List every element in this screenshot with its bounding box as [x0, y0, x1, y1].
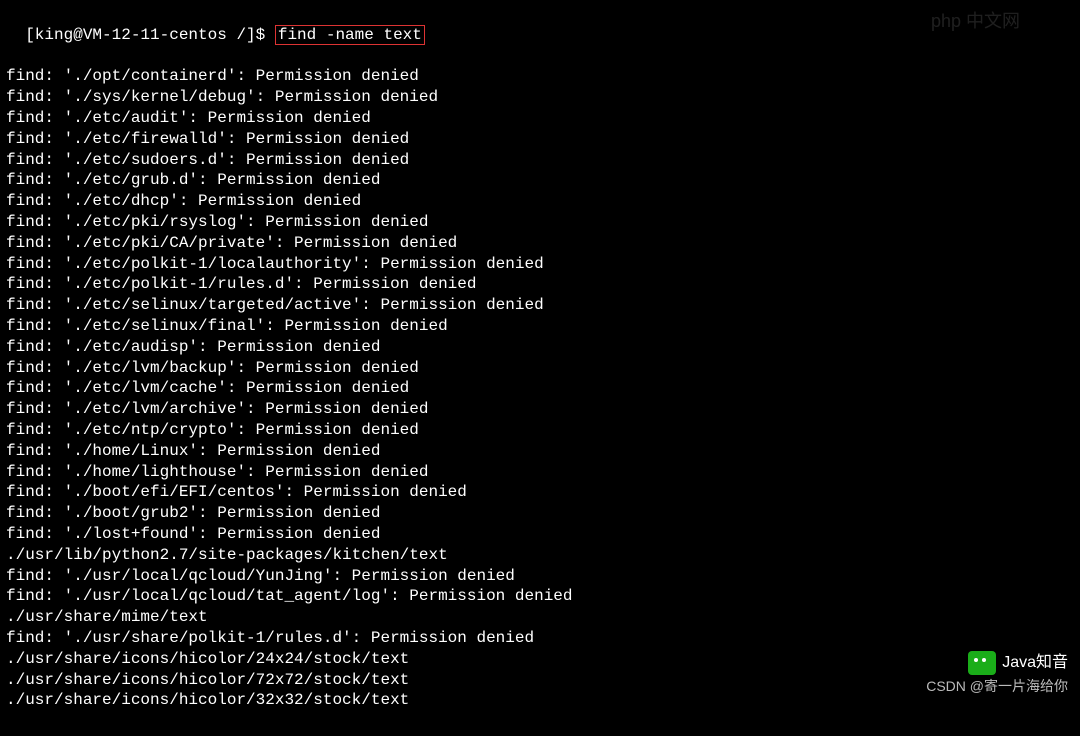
output-line: find: './sys/kernel/debug': Permission d… — [6, 87, 1074, 108]
output-line: find: './etc/pki/rsyslog': Permission de… — [6, 212, 1074, 233]
output-line: find: './opt/containerd': Permission den… — [6, 66, 1074, 87]
csdn-attribution: CSDN @寄一片海给你 — [926, 677, 1068, 695]
output-line: find: './boot/efi/EFI/centos': Permissio… — [6, 482, 1074, 503]
output-line: find: './lost+found': Permission denied — [6, 524, 1074, 545]
wechat-label: Java知音 — [1002, 653, 1068, 674]
prompt-user-host: [king@VM-12-11-centos /]$ — [25, 26, 275, 44]
terminal-output: [king@VM-12-11-centos /]$ find -name tex… — [0, 0, 1080, 736]
output-line: find: './usr/local/qcloud/tat_agent/log'… — [6, 586, 1074, 607]
output-line: find: './home/lighthouse': Permission de… — [6, 462, 1074, 483]
output-line: find: './etc/selinux/targeted/active': P… — [6, 295, 1074, 316]
output-line: find: './etc/polkit-1/rules.d': Permissi… — [6, 274, 1074, 295]
output-line: find: './etc/lvm/archive': Permission de… — [6, 399, 1074, 420]
output-line: find: './etc/grub.d': Permission denied — [6, 170, 1074, 191]
output-line: find: './boot/grub2': Permission denied — [6, 503, 1074, 524]
output-line: find: './etc/lvm/backup': Permission den… — [6, 358, 1074, 379]
output-line: find: './etc/selinux/final': Permission … — [6, 316, 1074, 337]
output-line: find: './home/Linux': Permission denied — [6, 441, 1074, 462]
output-line: find: './usr/local/qcloud/YunJing': Perm… — [6, 566, 1074, 587]
output-line: ./usr/lib/python2.7/site-packages/kitche… — [6, 545, 1074, 566]
php-watermark: php 中文网 — [931, 10, 1020, 33]
output-line: find: './etc/sudoers.d': Permission deni… — [6, 150, 1074, 171]
output-line: find: './etc/polkit-1/localauthority': P… — [6, 254, 1074, 275]
output-line: find: './etc/audit': Permission denied — [6, 108, 1074, 129]
output-line: find: './etc/lvm/cache': Permission deni… — [6, 378, 1074, 399]
shell-prompt: [king@VM-12-11-centos /]$ find -name tex… — [25, 25, 425, 45]
output-line: find: './usr/share/polkit-1/rules.d': Pe… — [6, 628, 1074, 649]
wechat-icon — [968, 651, 996, 675]
output-line: find: './etc/ntp/crypto': Permission den… — [6, 420, 1074, 441]
output-line: find: './etc/pki/CA/private': Permission… — [6, 233, 1074, 254]
output-line: find: './etc/audisp': Permission denied — [6, 337, 1074, 358]
output-line: ./usr/share/icons/hicolor/72x72/stock/te… — [6, 670, 1074, 691]
output-line: ./usr/share/icons/hicolor/24x24/stock/te… — [6, 649, 1074, 670]
output-line: ./usr/share/icons/hicolor/32x32/stock/te… — [6, 690, 1074, 711]
wechat-badge: Java知音 — [968, 651, 1068, 675]
shell-command[interactable]: find -name text — [275, 25, 425, 45]
output-lines-container: find: './opt/containerd': Permission den… — [6, 66, 1074, 711]
output-line: find: './etc/dhcp': Permission denied — [6, 191, 1074, 212]
output-line: ./usr/share/mime/text — [6, 607, 1074, 628]
output-line: find: './etc/firewalld': Permission deni… — [6, 129, 1074, 150]
